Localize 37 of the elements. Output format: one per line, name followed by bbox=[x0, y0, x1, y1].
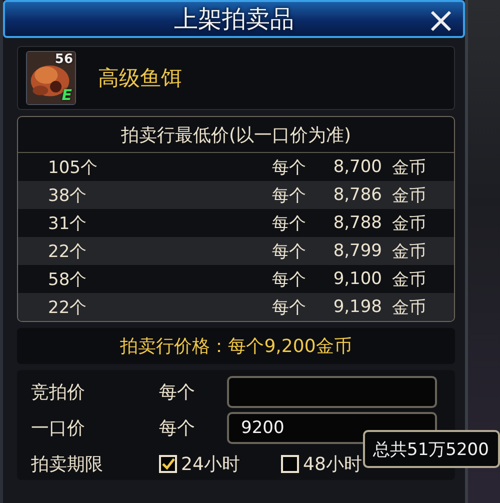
quantity-cell-text: 58个 bbox=[48, 268, 87, 290]
panel-title: 拍卖行最低价(以一口价为准) bbox=[120, 124, 352, 146]
option-label: 48小时 bbox=[303, 453, 362, 476]
currency-label: 金币 bbox=[392, 268, 426, 290]
field-label: 竞拍价 bbox=[31, 381, 86, 404]
field-label: 一口价 bbox=[31, 417, 86, 440]
price-cell-text: 8,799 bbox=[332, 241, 382, 261]
currency-label: 金币 bbox=[392, 184, 426, 206]
price-cell-text: 8,786 bbox=[332, 185, 382, 205]
currency-label: 金币 bbox=[392, 156, 426, 178]
auction-price-text: 拍卖行价格：每个9,200金币 bbox=[120, 335, 352, 358]
price-cell-text: 9,100 bbox=[332, 269, 382, 289]
per-label: 每个 bbox=[272, 156, 306, 178]
currency-label: 金币 bbox=[392, 212, 426, 234]
quantity-cell-text: 22个 bbox=[48, 296, 87, 318]
item-name: 高级鱼饵 bbox=[98, 65, 182, 92]
quantity-cell-text: 22个 bbox=[48, 240, 87, 262]
window-title: 上架拍卖品 bbox=[174, 4, 294, 35]
price-cell-text: 8,788 bbox=[332, 213, 382, 233]
grade-label: E bbox=[62, 86, 72, 104]
stack-count: 56 bbox=[54, 52, 73, 67]
option-label: 24小时 bbox=[181, 453, 240, 476]
field-label: 拍卖期限 bbox=[31, 453, 104, 476]
per-label: 每个 bbox=[272, 184, 306, 206]
per-label: 每个 bbox=[272, 268, 306, 290]
per-label: 每个 bbox=[159, 381, 196, 404]
currency-label: 金币 bbox=[392, 240, 426, 262]
per-label: 每个 bbox=[159, 417, 196, 440]
per-label: 每个 bbox=[272, 240, 306, 262]
per-label: 每个 bbox=[272, 212, 306, 234]
price-cell-text: 8,700 bbox=[332, 157, 382, 177]
quantity-cell-text: 105个 bbox=[48, 156, 98, 178]
quantity-cell-text: 38个 bbox=[48, 184, 87, 206]
price-cell-text: 9,198 bbox=[332, 297, 382, 317]
per-label: 每个 bbox=[272, 296, 306, 318]
currency-label: 金币 bbox=[392, 296, 426, 318]
quantity-cell-text: 31个 bbox=[48, 212, 87, 234]
